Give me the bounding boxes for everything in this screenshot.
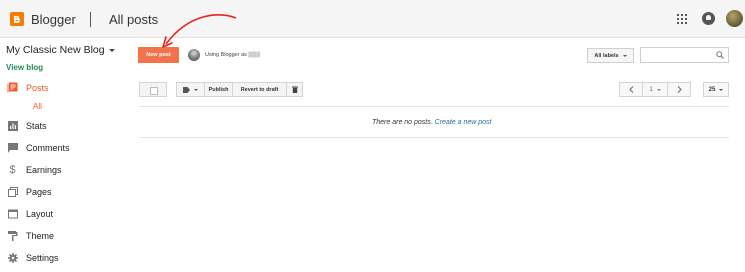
sidebar-item-label: Comments — [26, 142, 70, 153]
tag-icon — [183, 86, 190, 93]
sidebar-item-earnings[interactable]: $ Earnings — [7, 163, 62, 176]
search-icon[interactable] — [716, 51, 724, 59]
pagination: 1 — [619, 82, 691, 97]
apps-grid-icon[interactable] — [677, 14, 687, 24]
header-divider — [90, 12, 91, 27]
brand-name[interactable]: Blogger — [31, 12, 76, 27]
label-tag-button[interactable] — [176, 82, 205, 97]
page-number: 1 — [649, 86, 653, 93]
settings-icon — [7, 252, 18, 263]
sidebar-item-label: Pages — [26, 186, 52, 197]
layout-icon — [7, 208, 18, 219]
sidebar-item-settings[interactable]: Settings — [7, 252, 59, 263]
select-all-checkbox[interactable] — [139, 82, 167, 97]
sidebar-item-stats[interactable]: Stats — [7, 120, 47, 131]
chevron-down-icon — [194, 88, 198, 91]
sidebar-item-label: Theme — [26, 230, 55, 241]
theme-icon — [7, 230, 18, 241]
using-blogger-as: Using Blogger as ▒▒▒ — [205, 52, 261, 58]
search-input[interactable] — [640, 47, 729, 63]
comments-icon — [7, 142, 18, 153]
per-page-value: 25 — [708, 86, 716, 93]
pages-icon — [7, 186, 18, 197]
user-avatar — [188, 49, 200, 61]
page-number-select[interactable]: 1 — [642, 82, 668, 97]
sidebar-item-comments[interactable]: Comments — [7, 142, 70, 153]
labels-dropdown-label: All labels — [594, 52, 619, 59]
chevron-down-icon — [622, 54, 627, 57]
sidebar-item-label: Earnings — [26, 164, 62, 175]
notifications-icon[interactable] — [702, 12, 715, 25]
posts-icon — [7, 82, 18, 93]
top-bar: Blogger All posts — [0, 0, 745, 38]
chevron-down-icon — [656, 88, 661, 91]
chevron-down-icon — [108, 48, 115, 52]
chevron-down-icon — [719, 88, 724, 91]
empty-state-text: There are no posts. — [372, 119, 433, 126]
chevron-left-icon — [628, 86, 633, 93]
sidebar-item-theme[interactable]: Theme — [7, 230, 54, 241]
blog-selector[interactable]: My Classic New Blog — [6, 44, 115, 56]
trash-icon — [291, 86, 298, 93]
previous-page-button[interactable] — [619, 82, 643, 97]
sidebar-item-posts[interactable]: Posts — [7, 82, 49, 93]
blogger-logo-icon[interactable] — [10, 12, 24, 26]
blog-name: My Classic New Blog — [6, 44, 105, 56]
delete-button[interactable] — [286, 82, 303, 97]
page-title: All posts — [109, 12, 159, 27]
publish-button[interactable]: Publish — [204, 82, 233, 97]
sidebar-item-label: Settings — [26, 252, 59, 263]
view-blog-link[interactable]: View blog — [6, 63, 43, 72]
create-new-post-link[interactable]: Create a new post — [435, 119, 492, 126]
posts-per-page-select[interactable]: 25 — [703, 82, 729, 97]
earnings-icon: $ — [9, 163, 16, 176]
labels-dropdown[interactable]: All labels — [587, 48, 634, 63]
revert-to-draft-button[interactable]: Revert to draft — [232, 82, 287, 97]
bulk-actions: Publish Revert to draft — [176, 82, 303, 97]
sidebar-item-layout[interactable]: Layout — [7, 208, 53, 219]
chevron-right-icon — [677, 86, 682, 93]
account-avatar[interactable] — [726, 10, 743, 27]
divider — [139, 106, 729, 107]
annotation-arrow-icon — [162, 14, 237, 48]
stats-icon — [7, 120, 18, 131]
empty-state-message: There are no posts. Create a new post — [372, 119, 491, 126]
sidebar-item-label: Layout — [26, 208, 54, 219]
divider — [139, 137, 729, 138]
sidebar-item-label: Posts — [26, 82, 49, 93]
sidebar-item-label: Stats — [26, 120, 47, 131]
sidebar-sub-all[interactable]: All — [33, 102, 42, 111]
sidebar-item-pages[interactable]: Pages — [7, 186, 52, 197]
next-page-button[interactable] — [667, 82, 691, 97]
